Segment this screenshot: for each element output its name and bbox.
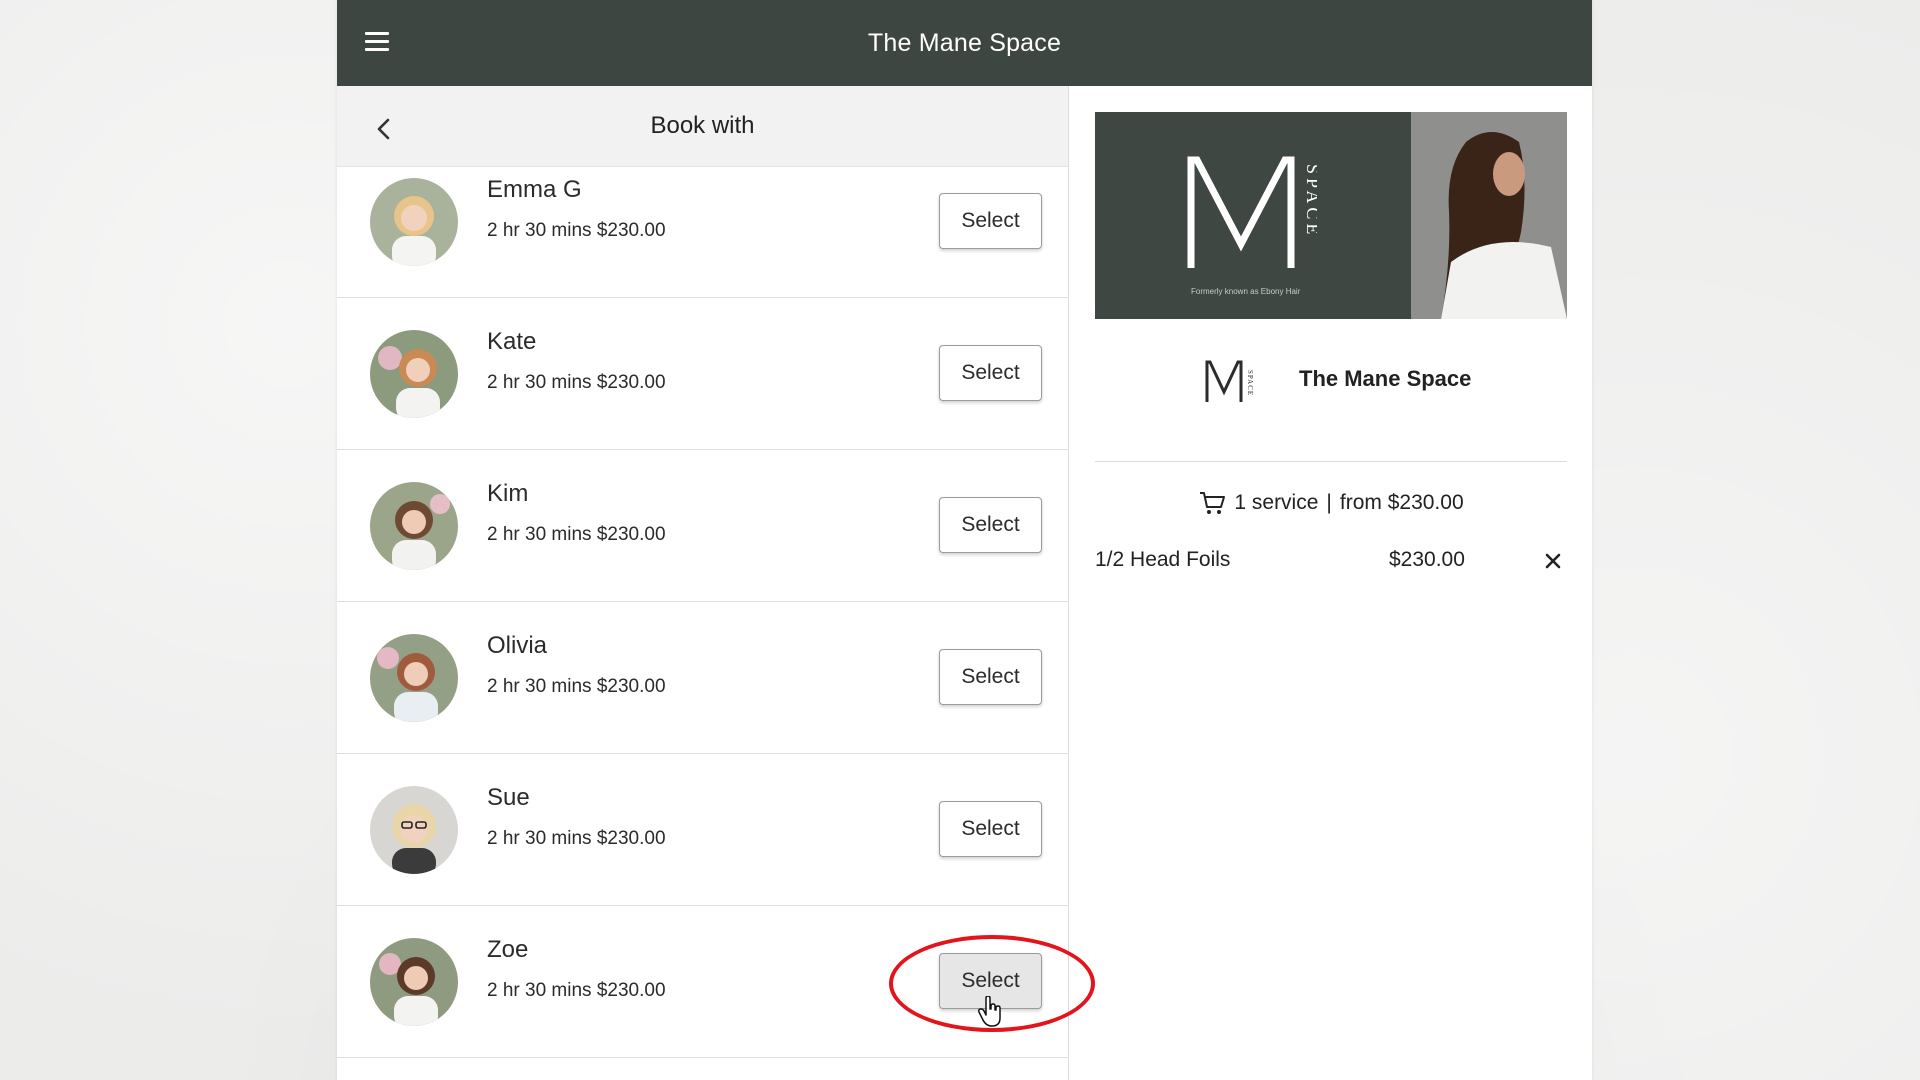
staff-name: Sue: [487, 784, 530, 811]
staff-row: Zoe 2 hr 30 mins $230.00 Select: [337, 906, 1068, 1058]
select-button[interactable]: Select: [939, 345, 1042, 401]
select-button[interactable]: Select: [939, 497, 1042, 553]
banner-photo: [1411, 112, 1567, 319]
service-name: 1/2 Head Foils: [1095, 548, 1231, 571]
select-button[interactable]: Select: [939, 649, 1042, 705]
avatar: [370, 178, 458, 266]
svg-text:SPACE: SPACE: [1303, 164, 1317, 238]
select-button[interactable]: Select: [939, 953, 1042, 1009]
staff-name: Zoe: [487, 936, 529, 963]
menu-icon[interactable]: [365, 32, 389, 52]
staff-row: Sue 2 hr 30 mins $230.00 Select: [337, 754, 1068, 906]
business-name: The Mane Space: [1299, 366, 1472, 391]
staff-detail: 2 hr 30 mins $230.00: [487, 372, 666, 393]
top-bar: The Mane Space: [337, 0, 1592, 86]
cart-item: 1/2 Head Foils $230.00: [1095, 548, 1567, 578]
staff-detail: 2 hr 30 mins $230.00: [487, 828, 666, 849]
brand-logo: SPACE: [1205, 360, 1253, 402]
close-icon[interactable]: [1544, 552, 1562, 570]
business-banner: SPACE Formerly known as Ebony Hair: [1095, 112, 1567, 319]
summary-panel: SPACE Formerly known as Ebony Hair SPACE…: [1070, 86, 1592, 1080]
select-button[interactable]: Select: [939, 801, 1042, 857]
cart-icon: [1200, 492, 1226, 514]
booking-app: The Mane Space Book with Emma G 2 hr 30 …: [337, 0, 1592, 1080]
business-info: SPACE The Mane Space: [1095, 336, 1567, 421]
staff-row: Kim 2 hr 30 mins $230.00 Select: [337, 450, 1068, 602]
staff-name: Olivia: [487, 632, 548, 659]
staff-detail: 2 hr 30 mins $230.00: [487, 220, 666, 241]
subheader: Book with: [337, 86, 1068, 167]
back-arrow-icon[interactable]: [369, 114, 399, 144]
service-price: $230.00: [1389, 548, 1465, 571]
staff-list: Emma G 2 hr 30 mins $230.00 Select Kate …: [337, 167, 1068, 1058]
staff-name: Kim: [487, 480, 529, 507]
staff-name: Emma G: [487, 176, 582, 203]
divider: [1095, 461, 1567, 462]
select-button[interactable]: Select: [939, 193, 1042, 249]
staff-row: Emma G 2 hr 30 mins $230.00 Select: [337, 167, 1068, 298]
avatar: [370, 330, 458, 418]
avatar: [370, 786, 458, 874]
page-title: Book with: [650, 112, 755, 139]
cart-total: from $230.00: [1339, 491, 1464, 514]
avatar: [370, 938, 458, 1026]
banner-logo-area: SPACE Formerly known as Ebony Hair: [1095, 112, 1411, 319]
brand-logo-large: SPACE: [1187, 156, 1317, 268]
staff-panel: Book with Emma G 2 hr 30 mins $230.00 Se…: [337, 86, 1069, 1080]
avatar: [370, 634, 458, 722]
app-title: The Mane Space: [867, 28, 1062, 57]
cart-summary: 1 service | from $230.00: [1070, 490, 1592, 516]
cart-separator: |: [1326, 491, 1332, 514]
banner-tagline: Formerly known as Ebony Hair: [1191, 287, 1301, 296]
staff-row: Olivia 2 hr 30 mins $230.00 Select: [337, 602, 1068, 754]
cart-count: 1 service: [1234, 491, 1319, 514]
staff-detail: 2 hr 30 mins $230.00: [487, 676, 666, 697]
svg-text:SPACE: SPACE: [1246, 370, 1253, 396]
staff-name: Kate: [487, 328, 537, 355]
staff-detail: 2 hr 30 mins $230.00: [487, 980, 666, 1001]
avatar: [370, 482, 458, 570]
staff-detail: 2 hr 30 mins $230.00: [487, 524, 666, 545]
staff-row: Kate 2 hr 30 mins $230.00 Select: [337, 298, 1068, 450]
